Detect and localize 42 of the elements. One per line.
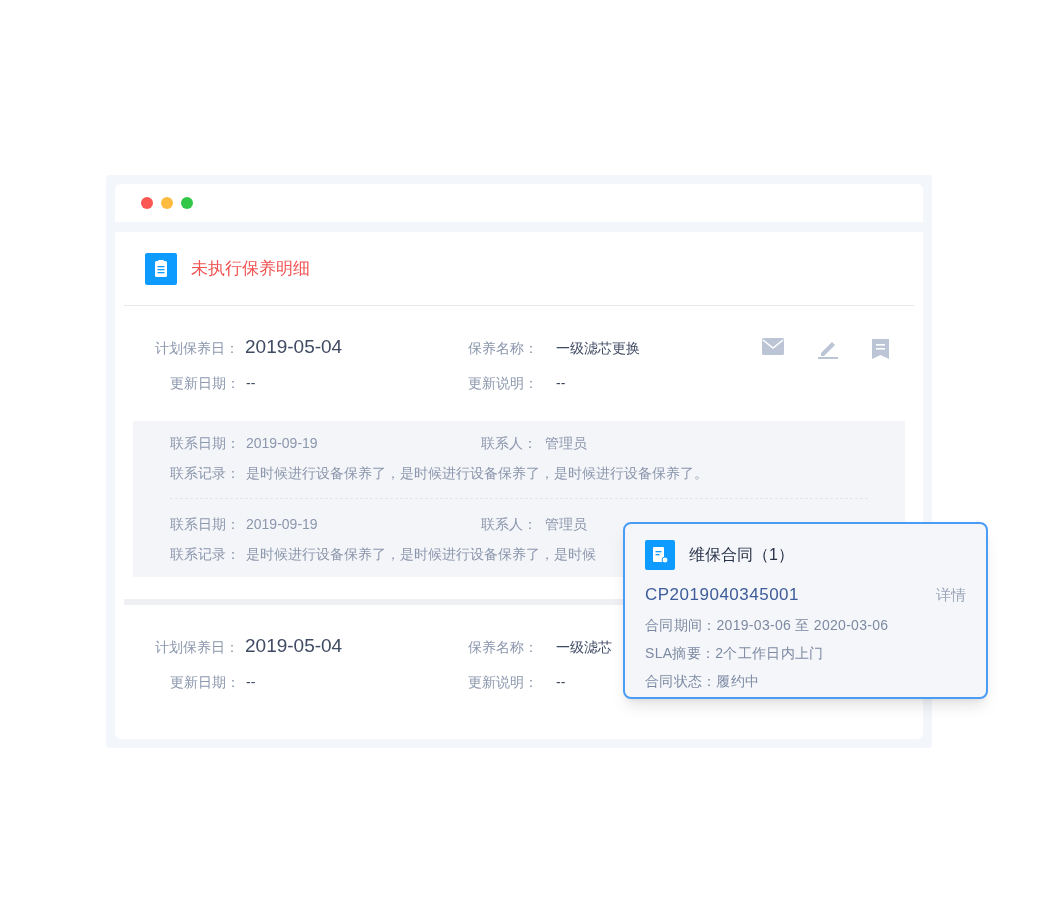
- field-label: 联系日期：: [170, 515, 240, 534]
- window-control-button[interactable]: [141, 197, 153, 209]
- document-icon: [645, 540, 675, 570]
- window-control-button[interactable]: [181, 197, 193, 209]
- mail-icon[interactable]: [762, 338, 784, 355]
- details-link[interactable]: 详情: [936, 584, 966, 607]
- contact-record: 是时候进行设备保养了，是时候进行设备保养了，是时候: [246, 545, 596, 564]
- contract-number: CP2019040345001: [645, 584, 800, 606]
- contract-info: SLA摘要：2个工作日内上门: [645, 643, 825, 663]
- contact-record: 是时候进行设备保养了，是时候进行设备保养了，是时候进行设备保养了。: [246, 464, 708, 483]
- field-label: 计划保养日：: [155, 339, 239, 358]
- plan-date: 2019-05-04: [245, 335, 343, 359]
- update-note: --: [556, 673, 566, 692]
- field-label: 联系记录：: [170, 545, 240, 564]
- update-date: --: [246, 374, 256, 393]
- field-label: 联系记录：: [170, 464, 240, 483]
- plan-date: 2019-05-04: [245, 634, 343, 658]
- field-label: 更新说明：: [468, 673, 539, 692]
- field-label: 更新说明：: [468, 374, 539, 393]
- clipboard-icon: [145, 252, 177, 285]
- field-label: 保养名称：: [468, 638, 539, 657]
- field-label: 保养名称：: [468, 339, 539, 358]
- field-label: 更新日期：: [170, 673, 240, 692]
- contact-date: 2019-09-19: [246, 434, 318, 453]
- field-label: 联系日期：: [170, 434, 240, 453]
- field-label: 联系人：: [481, 515, 537, 534]
- contact-person: 管理员: [545, 434, 587, 453]
- contact-person: 管理员: [545, 515, 587, 534]
- window-control-button[interactable]: [161, 197, 173, 209]
- field-label: 更新日期：: [170, 374, 240, 393]
- update-date: --: [246, 673, 256, 692]
- maintenance-name: 一级滤芯: [556, 638, 612, 657]
- update-note: --: [556, 374, 566, 393]
- field-label: 计划保养日：: [155, 638, 239, 657]
- panel-title: 未执行保养明细: [191, 257, 310, 280]
- field-label: 联系人：: [481, 434, 537, 453]
- contract-info: 合同状态：履约中: [645, 671, 761, 691]
- contact-date: 2019-09-19: [246, 515, 318, 534]
- note-icon[interactable]: [871, 338, 890, 360]
- contract-info: 合同期间：2019-03-06 至 2020-03-06: [645, 615, 890, 635]
- maintenance-name: 一级滤芯更换: [556, 339, 640, 358]
- popup-title: 维保合同（1）: [689, 545, 794, 565]
